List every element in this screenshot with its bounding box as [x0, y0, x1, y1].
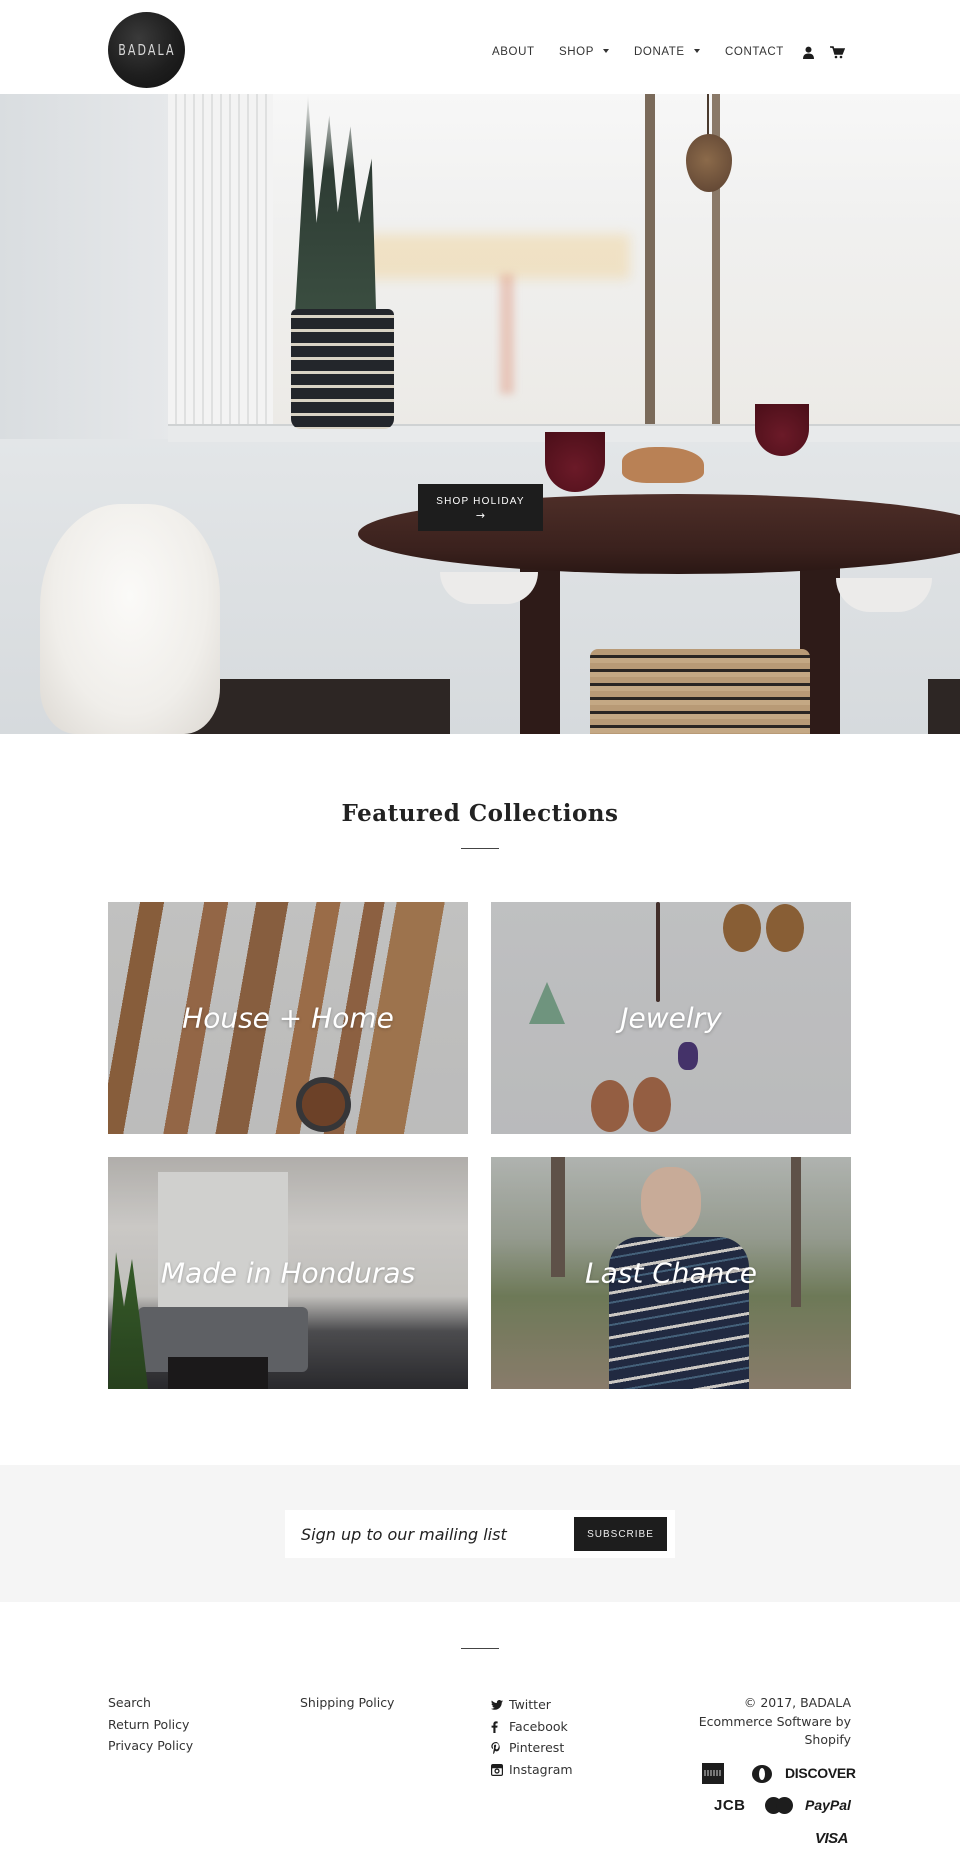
shop-holiday-button[interactable]: SHOP HOLIDAY → [418, 484, 543, 531]
footer-link-return-policy[interactable]: Return Policy [108, 1716, 193, 1738]
footer-link-search[interactable]: Search [108, 1694, 193, 1716]
footer-link-privacy-policy[interactable]: Privacy Policy [108, 1737, 193, 1759]
footer-copyright: © 2017, BADALA Ecommerce Software by Sho… [681, 1694, 851, 1750]
divider [461, 848, 499, 849]
hero-image-detail [360, 234, 630, 279]
pinterest-icon [491, 1742, 509, 1755]
twitter-icon [491, 1699, 509, 1710]
footer-links-col-1: Search Return Policy Privacy Policy [108, 1694, 193, 1759]
logo[interactable]: BADALA [108, 12, 185, 88]
mastercard-icon [765, 1797, 793, 1815]
footer-links-col-2: Shipping Policy [300, 1694, 394, 1716]
footer-social-links: Twitter Facebook Pinterest Instagram [491, 1694, 573, 1781]
collection-tile-house-home[interactable]: House + Home [108, 902, 468, 1134]
facebook-icon [491, 1720, 509, 1733]
footer-link-twitter[interactable]: Twitter [491, 1694, 573, 1716]
visa-icon: VISA [815, 1830, 849, 1847]
user-icon[interactable] [802, 44, 815, 63]
nav-shop-label: SHOP [559, 46, 594, 58]
footer-link-shipping-policy[interactable]: Shipping Policy [300, 1694, 394, 1716]
hero-image-detail [40, 504, 220, 734]
newsletter-section: SUBSCRIBE [0, 1465, 960, 1602]
collection-tile-last-chance[interactable]: Last Chance [491, 1157, 851, 1389]
logo-text: BADALA [117, 41, 176, 59]
shop-holiday-label: SHOP HOLIDAY [436, 496, 525, 507]
discover-icon: DISCOVER [785, 1765, 856, 1781]
caret-down-icon [603, 49, 609, 53]
nav-donate-label: DONATE [634, 46, 685, 58]
amex-icon [702, 1763, 724, 1784]
nav-contact[interactable]: CONTACT [725, 46, 784, 58]
hero-image-detail [707, 94, 709, 136]
newsletter-form: SUBSCRIBE [285, 1510, 675, 1558]
paypal-icon: PayPal [805, 1797, 851, 1813]
instagram-icon [491, 1763, 509, 1776]
nav-about-label: ABOUT [492, 46, 535, 58]
nav-contact-label: CONTACT [725, 46, 784, 58]
collection-label: Jewelry [620, 1001, 722, 1035]
collection-label: House + Home [182, 1001, 394, 1035]
hero-image-detail [928, 679, 960, 734]
shopify-link[interactable]: Ecommerce Software by Shopify [699, 1714, 851, 1748]
cart-icon[interactable] [830, 44, 846, 63]
hero-image-detail [755, 404, 809, 456]
arrow-right-icon: → [475, 509, 486, 522]
collection-label: Made in Honduras [160, 1256, 416, 1290]
hero-image-detail [622, 447, 704, 483]
hero-image-detail [500, 274, 514, 394]
email-input[interactable] [301, 1518, 551, 1550]
divider [461, 1648, 499, 1649]
featured-collections-title: Featured Collections [341, 800, 619, 827]
site-header: BADALA ABOUT SHOP DONATE CONTACT [0, 0, 960, 94]
nav-about[interactable]: ABOUT [492, 46, 535, 58]
hero-image-detail [590, 649, 810, 734]
subscribe-button[interactable]: SUBSCRIBE [574, 1517, 667, 1551]
footer-link-facebook[interactable]: Facebook [491, 1716, 573, 1738]
hero-image-detail [545, 432, 605, 492]
pinterest-label: Pinterest [509, 1740, 565, 1756]
hero-image-detail [645, 94, 655, 434]
collection-tile-jewelry[interactable]: Jewelry [491, 902, 851, 1134]
hero-image-detail [291, 309, 394, 429]
jcb-icon: JCB [714, 1797, 746, 1814]
caret-down-icon [693, 49, 700, 53]
nav-shop[interactable]: SHOP [559, 46, 609, 58]
diners-club-icon [752, 1765, 772, 1783]
copyright-text: © 2017, BADALA [743, 1695, 851, 1710]
collection-tile-made-in-honduras[interactable]: Made in Honduras [108, 1157, 468, 1389]
instagram-label: Instagram [509, 1761, 573, 1777]
twitter-label: Twitter [509, 1696, 551, 1712]
facebook-label: Facebook [509, 1718, 568, 1734]
footer-link-instagram[interactable]: Instagram [491, 1759, 573, 1781]
nav-donate[interactable]: DONATE [634, 46, 700, 58]
hero-image-detail [168, 94, 273, 439]
footer-link-pinterest[interactable]: Pinterest [491, 1737, 573, 1759]
collection-label: Last Chance [584, 1256, 758, 1290]
hero-slideshow: SHOP HOLIDAY → [0, 94, 960, 734]
